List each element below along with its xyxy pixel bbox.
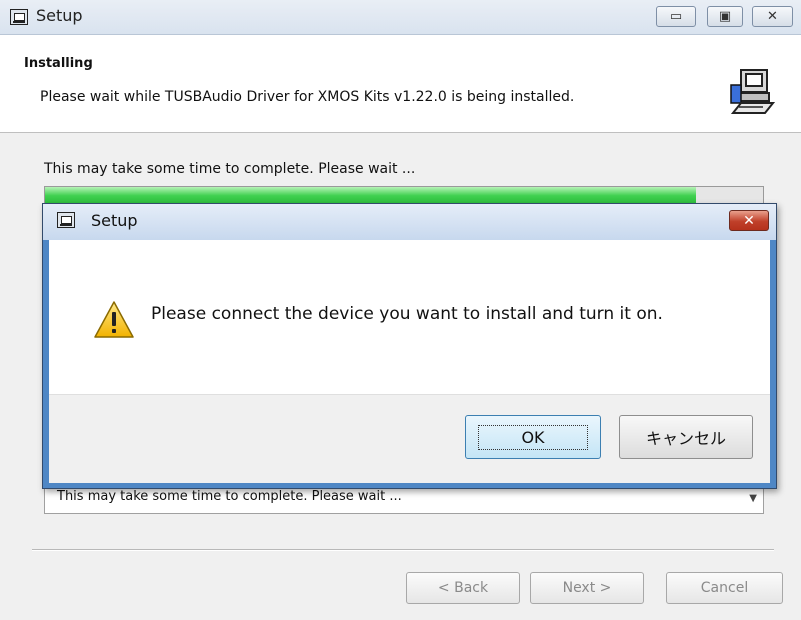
dialog-titlebar: Setup ✕ bbox=[43, 204, 776, 240]
warning-icon bbox=[94, 301, 134, 338]
header-title: Installing bbox=[24, 56, 93, 71]
dialog-close-button[interactable]: ✕ bbox=[729, 210, 769, 231]
dialog-footer: OK キャンセル bbox=[49, 394, 770, 483]
back-button[interactable]: < Back bbox=[406, 572, 520, 604]
close-button[interactable]: ✕ bbox=[752, 6, 793, 27]
status-text: This may take some time to complete. Ple… bbox=[44, 161, 416, 177]
progress-fill bbox=[45, 187, 696, 203]
dialog-cancel-button[interactable]: キャンセル bbox=[619, 415, 753, 459]
window-title: Setup bbox=[36, 6, 83, 25]
app-icon bbox=[10, 9, 28, 25]
minimize-button[interactable]: ▭ bbox=[656, 6, 696, 27]
main-titlebar: Setup ▭ ▣ ✕ bbox=[0, 0, 801, 35]
chevron-down-icon[interactable]: ▼ bbox=[749, 493, 757, 504]
header-subtitle: Please wait while TUSBAudio Driver for X… bbox=[40, 89, 575, 105]
next-button[interactable]: Next > bbox=[530, 572, 644, 604]
maximize-button[interactable]: ▣ bbox=[707, 6, 743, 27]
log-line: This may take some time to complete. Ple… bbox=[57, 489, 402, 504]
ok-button-label: OK bbox=[478, 424, 588, 450]
installer-header: Installing Please wait while TUSBAudio D… bbox=[0, 35, 801, 133]
cancel-button[interactable]: Cancel bbox=[666, 572, 783, 604]
ok-button[interactable]: OK bbox=[465, 415, 601, 459]
dialog-body: Please connect the device you want to in… bbox=[49, 240, 770, 394]
app-icon bbox=[57, 212, 75, 228]
installer-computer-icon bbox=[730, 69, 775, 114]
footer-divider bbox=[32, 549, 774, 551]
progress-bar bbox=[44, 186, 764, 204]
dialog-message: Please connect the device you want to in… bbox=[151, 304, 663, 324]
dialog-title: Setup bbox=[91, 211, 138, 230]
setup-dialog: Setup ✕ Please connect the device you wa… bbox=[42, 203, 777, 489]
